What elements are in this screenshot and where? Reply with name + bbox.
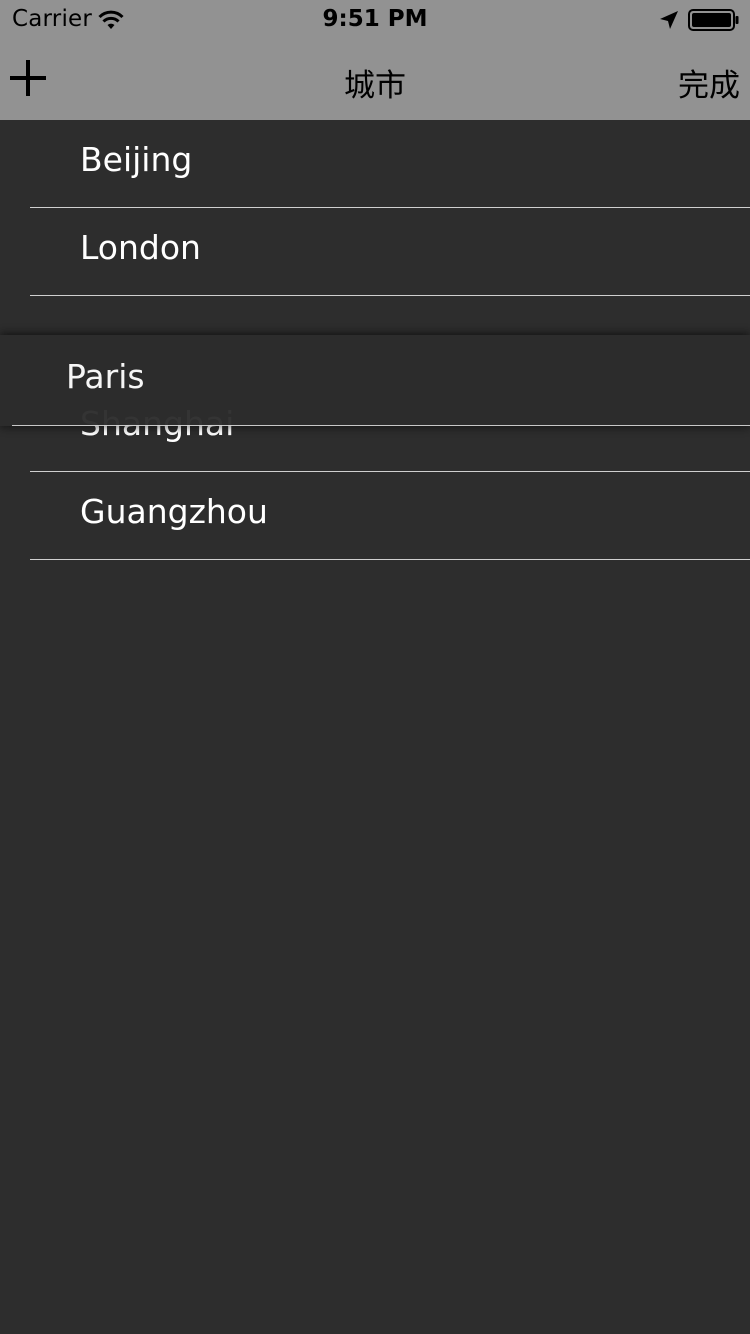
list-item[interactable]: Guangzhou	[0, 472, 750, 560]
row-separator	[12, 425, 750, 426]
city-name: Guangzhou	[80, 492, 268, 531]
dragged-list-item[interactable]: Paris	[0, 335, 750, 426]
city-name: London	[80, 228, 201, 267]
battery-icon	[688, 9, 739, 31]
page-title: 城市	[344, 68, 406, 104]
row-separator	[30, 559, 750, 560]
city-name: Beijing	[80, 140, 193, 179]
location-arrow-icon	[660, 11, 678, 29]
status-bar: Carrier 9:51 PM	[0, 0, 750, 40]
city-name: Paris	[66, 357, 145, 396]
done-button[interactable]: 完成	[678, 60, 740, 105]
list-item[interactable]: London	[0, 208, 750, 296]
navigation-bar: 城市 完成	[0, 40, 750, 120]
status-time: 9:51 PM	[322, 6, 428, 32]
row-separator	[30, 295, 750, 296]
header: Carrier 9:51 PM 城市 完成	[0, 0, 750, 120]
list-item[interactable]: Beijing	[0, 120, 750, 208]
